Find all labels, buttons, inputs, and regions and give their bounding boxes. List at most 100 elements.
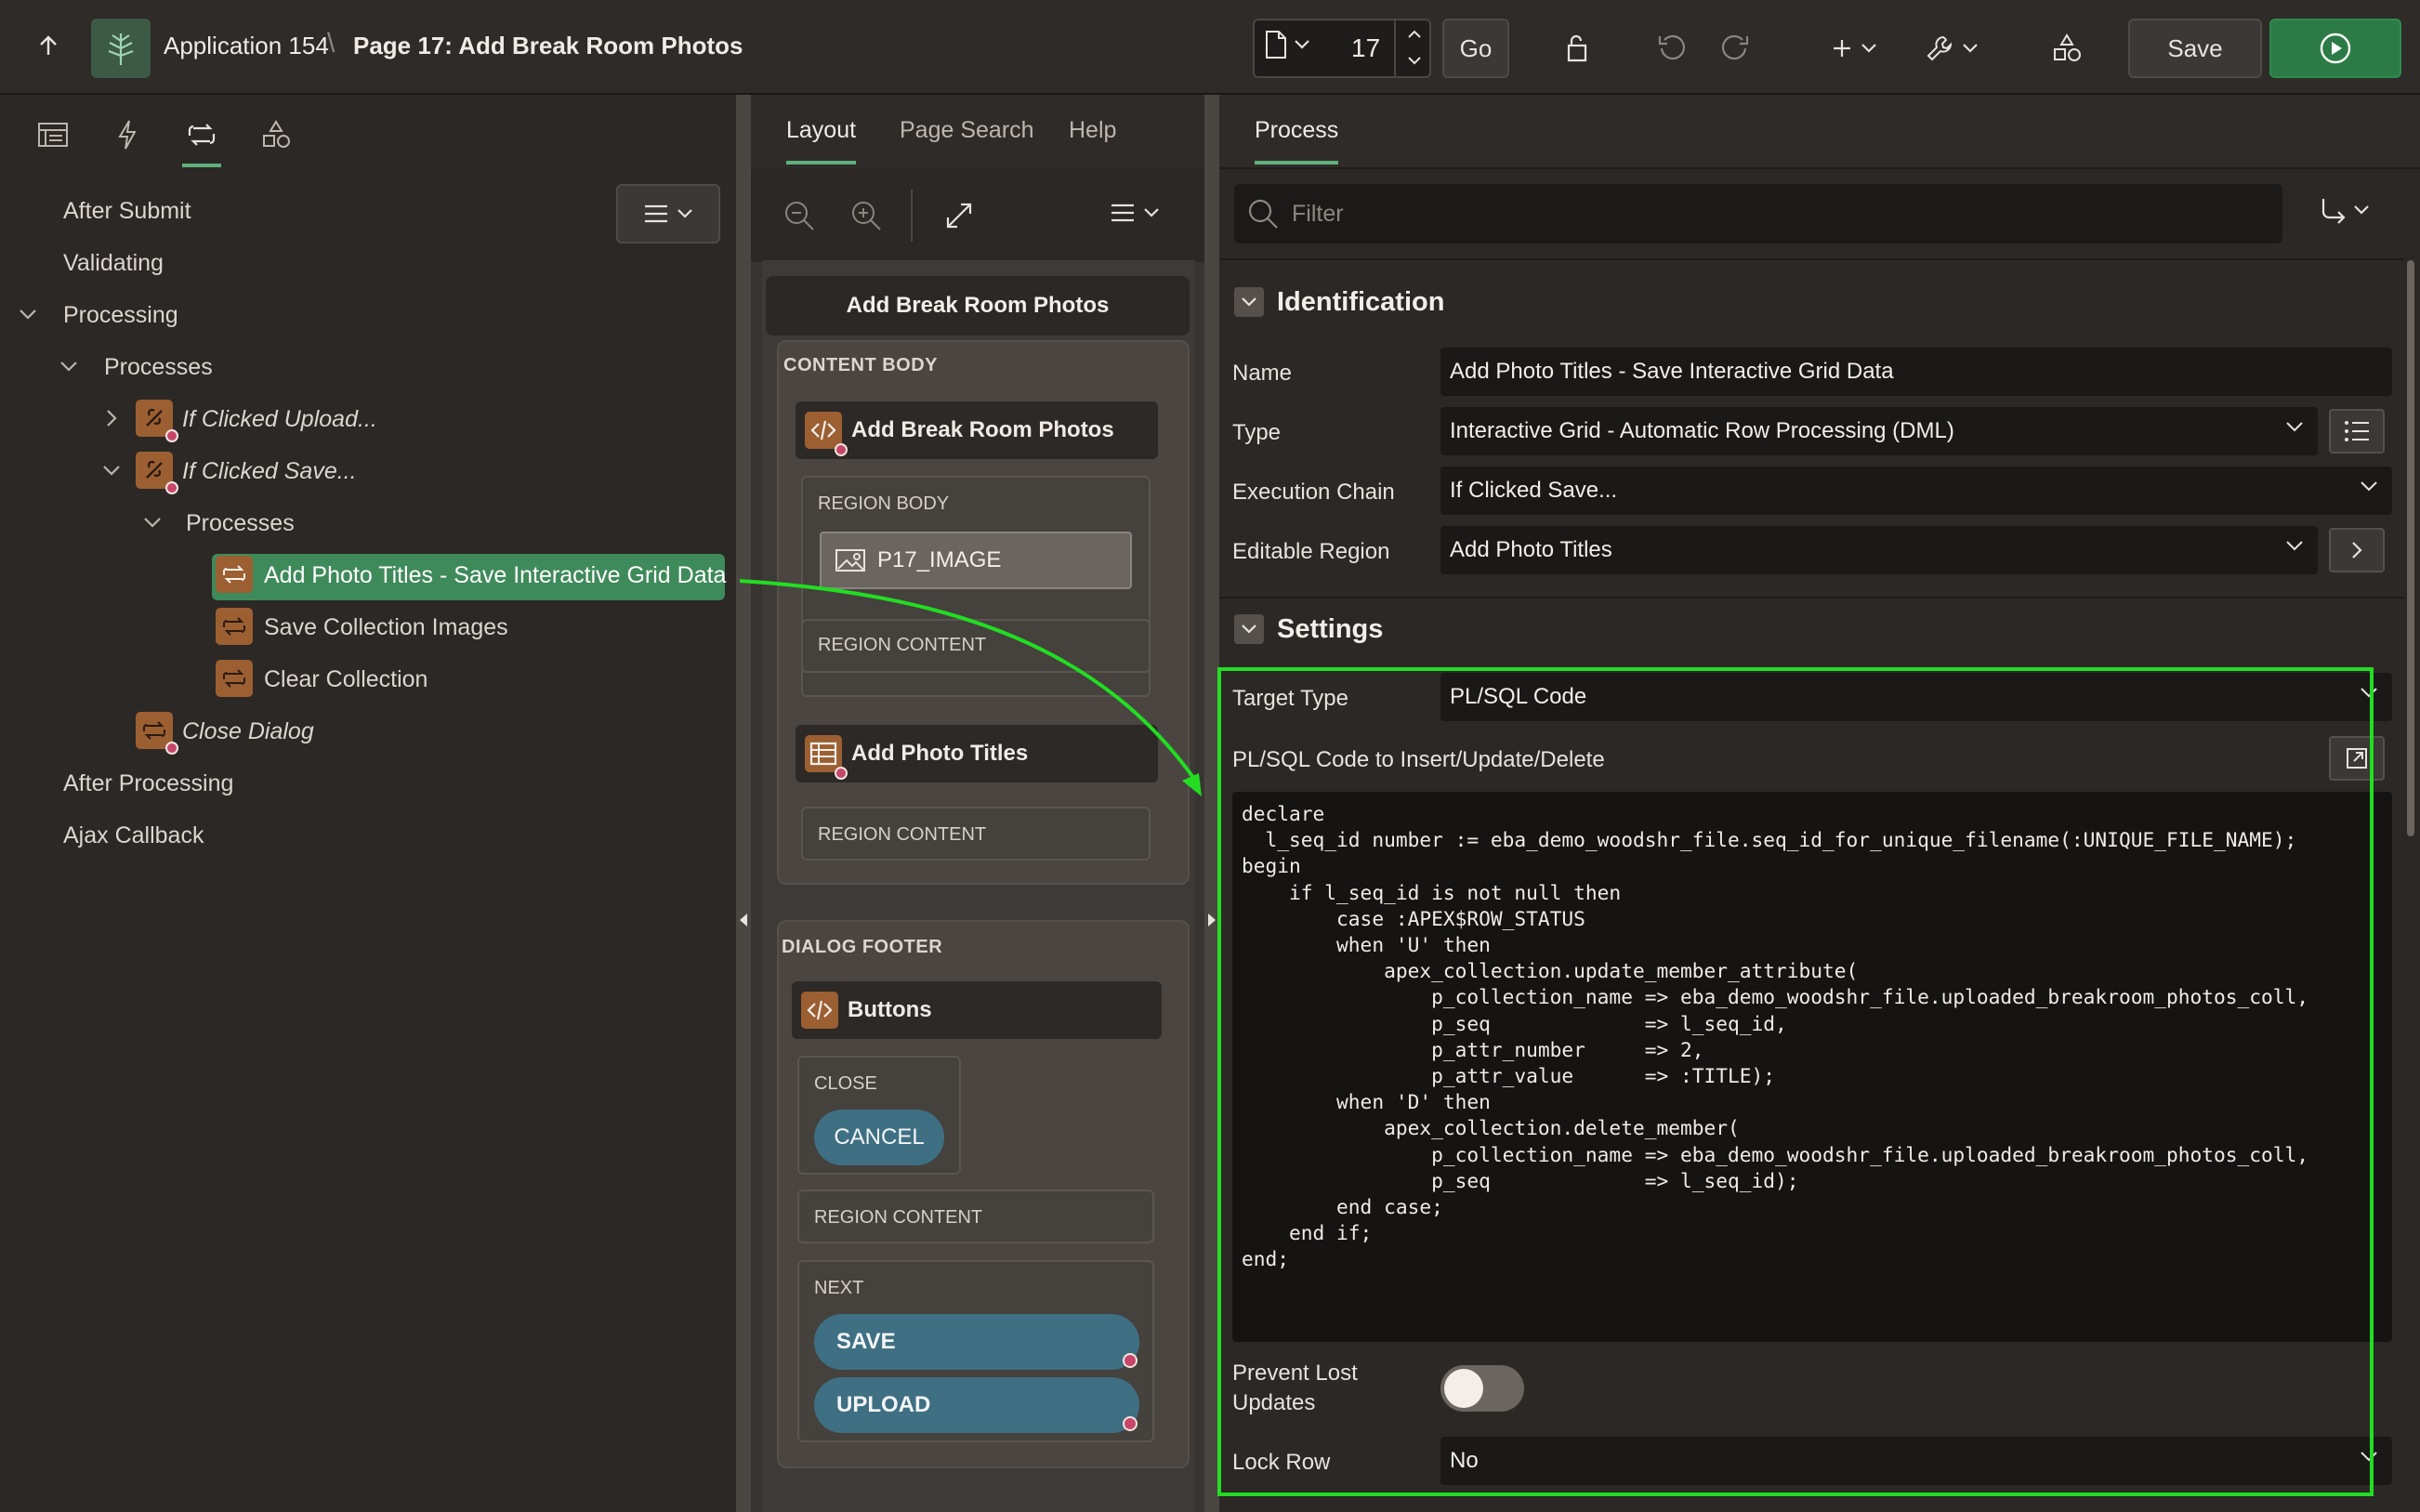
chevron-down-icon — [1144, 208, 1159, 217]
tree-node-save-collection-images[interactable]: Save Collection Images — [264, 614, 508, 641]
open-code-editor-button[interactable] — [2329, 736, 2385, 781]
upload-button-layout[interactable]: UPLOAD — [814, 1377, 1139, 1433]
chevron-down-icon[interactable] — [141, 511, 164, 533]
shared-components-tab[interactable] — [253, 112, 299, 158]
region-buttons[interactable]: Buttons — [792, 981, 1162, 1039]
target-type-label: Target Type — [1232, 686, 1348, 711]
execution-chain-icon — [136, 400, 178, 442]
plsql-code-editor[interactable]: declare l_seq_id number := eba_demo_wood… — [1232, 792, 2392, 1342]
section-identification[interactable]: Identification — [1234, 279, 1444, 325]
region-add-break-room-photos[interactable]: Add Break Room Photos — [796, 401, 1158, 459]
zoom-in-icon[interactable] — [849, 199, 883, 232]
page-item-p17-image[interactable]: P17_IMAGE — [820, 532, 1132, 589]
tree-node-sub-processes[interactable]: Processes — [186, 510, 295, 537]
splitter-right[interactable] — [1204, 95, 1219, 1512]
utilities-menu-button[interactable] — [1918, 26, 1985, 71]
create-menu-button[interactable] — [1822, 26, 1887, 71]
save-button[interactable]: Save — [2128, 19, 2262, 78]
list-values-button[interactable] — [2329, 409, 2385, 454]
close-slot-label: CLOSE — [814, 1073, 877, 1094]
search-icon — [1248, 199, 1278, 229]
page-number-input[interactable]: 17 — [1351, 33, 1380, 63]
tree-node-if-clicked-upload[interactable]: If Clicked Upload... — [182, 406, 377, 433]
lock-icon[interactable] — [1554, 26, 1598, 71]
tree-node-processing[interactable]: Processing — [63, 302, 178, 329]
shared-components-icon[interactable] — [2045, 26, 2089, 71]
chevron-down-icon — [2361, 688, 2377, 698]
chevron-down-icon[interactable] — [58, 355, 80, 377]
execution-chain-select[interactable]: If Clicked Save... — [1440, 467, 2392, 515]
scrollbar-thumb[interactable] — [2407, 260, 2414, 836]
tab-process[interactable]: Process — [1255, 117, 1339, 164]
page-stepper[interactable] — [1394, 20, 1431, 76]
tree-node-ajax-callback[interactable]: Ajax Callback — [63, 822, 204, 849]
plus-icon — [1834, 40, 1850, 57]
layout-menu-button[interactable] — [1110, 203, 1160, 223]
page-selector: 17 — [1253, 19, 1431, 78]
run-button[interactable] — [2269, 19, 2401, 78]
up-arrow-icon[interactable] — [28, 26, 69, 67]
region-title: Buttons — [848, 997, 932, 1022]
chevron-down-icon — [2286, 422, 2303, 432]
region-title: Add Photo Titles — [851, 741, 1029, 766]
label-line: Prevent Lost — [1232, 1361, 1358, 1386]
collapse-right-icon — [1208, 914, 1216, 927]
tab-layout[interactable]: Layout — [786, 117, 857, 164]
tree-node-add-photo-titles[interactable]: Add Photo Titles - Save Interactive Grid… — [264, 562, 726, 589]
go-to-group-button[interactable] — [2318, 195, 2370, 225]
chevron-right-icon[interactable] — [100, 407, 123, 429]
rendering-icon — [38, 123, 68, 147]
zoom-out-icon[interactable] — [783, 199, 816, 232]
tree-node-after-submit[interactable]: After Submit — [63, 198, 191, 225]
filter-input[interactable]: Filter — [1234, 184, 2282, 243]
tree-node-close-dialog[interactable]: Close Dialog — [182, 718, 314, 745]
execution-chain-label: Execution Chain — [1232, 480, 1395, 505]
lock-row-select[interactable]: No — [1440, 1437, 2392, 1485]
expand-icon[interactable] — [944, 201, 974, 230]
section-settings[interactable]: Settings — [1234, 606, 1383, 652]
label-line: Updates — [1232, 1390, 1316, 1415]
tree-node-after-processing[interactable]: After Processing — [63, 770, 233, 797]
redo-icon[interactable] — [1714, 26, 1758, 71]
page-type-dropdown[interactable] — [1264, 30, 1310, 59]
save-button-layout[interactable]: SAVE — [814, 1314, 1139, 1370]
menu-icon — [645, 204, 667, 223]
dynamic-actions-tab[interactable] — [104, 112, 151, 158]
undo-icon[interactable] — [1649, 26, 1693, 71]
layout-page-title[interactable]: Add Break Room Photos — [766, 276, 1190, 335]
property-editor: Process Filter Identification Name Add P… — [1219, 95, 2420, 1512]
left-pane-tabs — [0, 95, 740, 171]
type-select[interactable]: Interactive Grid - Automatic Row Process… — [1440, 407, 2318, 455]
prevent-lost-updates-toggle[interactable] — [1440, 1365, 1524, 1412]
tree-node-processes[interactable]: Processes — [104, 354, 213, 381]
editable-region-select[interactable]: Add Photo Titles — [1440, 526, 2318, 574]
cancel-button[interactable]: CANCEL — [814, 1110, 944, 1165]
tree-node-clear-collection[interactable]: Clear Collection — [264, 666, 427, 693]
interactive-grid-icon — [805, 735, 848, 780]
name-field[interactable]: Add Photo Titles - Save Interactive Grid… — [1440, 348, 2392, 396]
lock-row-label: Lock Row — [1232, 1450, 1331, 1475]
list-icon — [2345, 421, 2369, 441]
region-body-label: REGION BODY — [818, 493, 950, 514]
target-type-select[interactable]: PL/SQL Code — [1440, 673, 2392, 721]
go-button[interactable]: Go — [1442, 19, 1509, 78]
tree-node-if-clicked-save[interactable]: If Clicked Save... — [182, 458, 357, 485]
chevron-down-icon[interactable] — [17, 303, 39, 325]
tab-help[interactable]: Help — [1069, 117, 1116, 144]
region-add-photo-titles[interactable]: Add Photo Titles — [796, 725, 1158, 782]
splitter-left[interactable] — [736, 95, 751, 1512]
static-region-icon — [805, 412, 848, 456]
tab-page-search[interactable]: Page Search — [900, 117, 1034, 144]
process-icon — [216, 556, 253, 593]
app-name-link[interactable]: Application 154 — [164, 32, 329, 60]
chevron-down-icon[interactable] — [100, 459, 123, 481]
rendering-tab[interactable] — [30, 112, 76, 158]
tree-menu-button[interactable] — [616, 184, 720, 243]
go-to-region-button[interactable] — [2329, 528, 2385, 572]
chevron-down-icon — [2286, 541, 2303, 551]
content-body-label: CONTENT BODY — [783, 355, 938, 375]
play-icon — [2320, 33, 2351, 64]
tree-node-validating[interactable]: Validating — [63, 250, 164, 277]
processing-tab[interactable] — [178, 112, 225, 167]
app-logo-icon[interactable] — [91, 19, 151, 78]
